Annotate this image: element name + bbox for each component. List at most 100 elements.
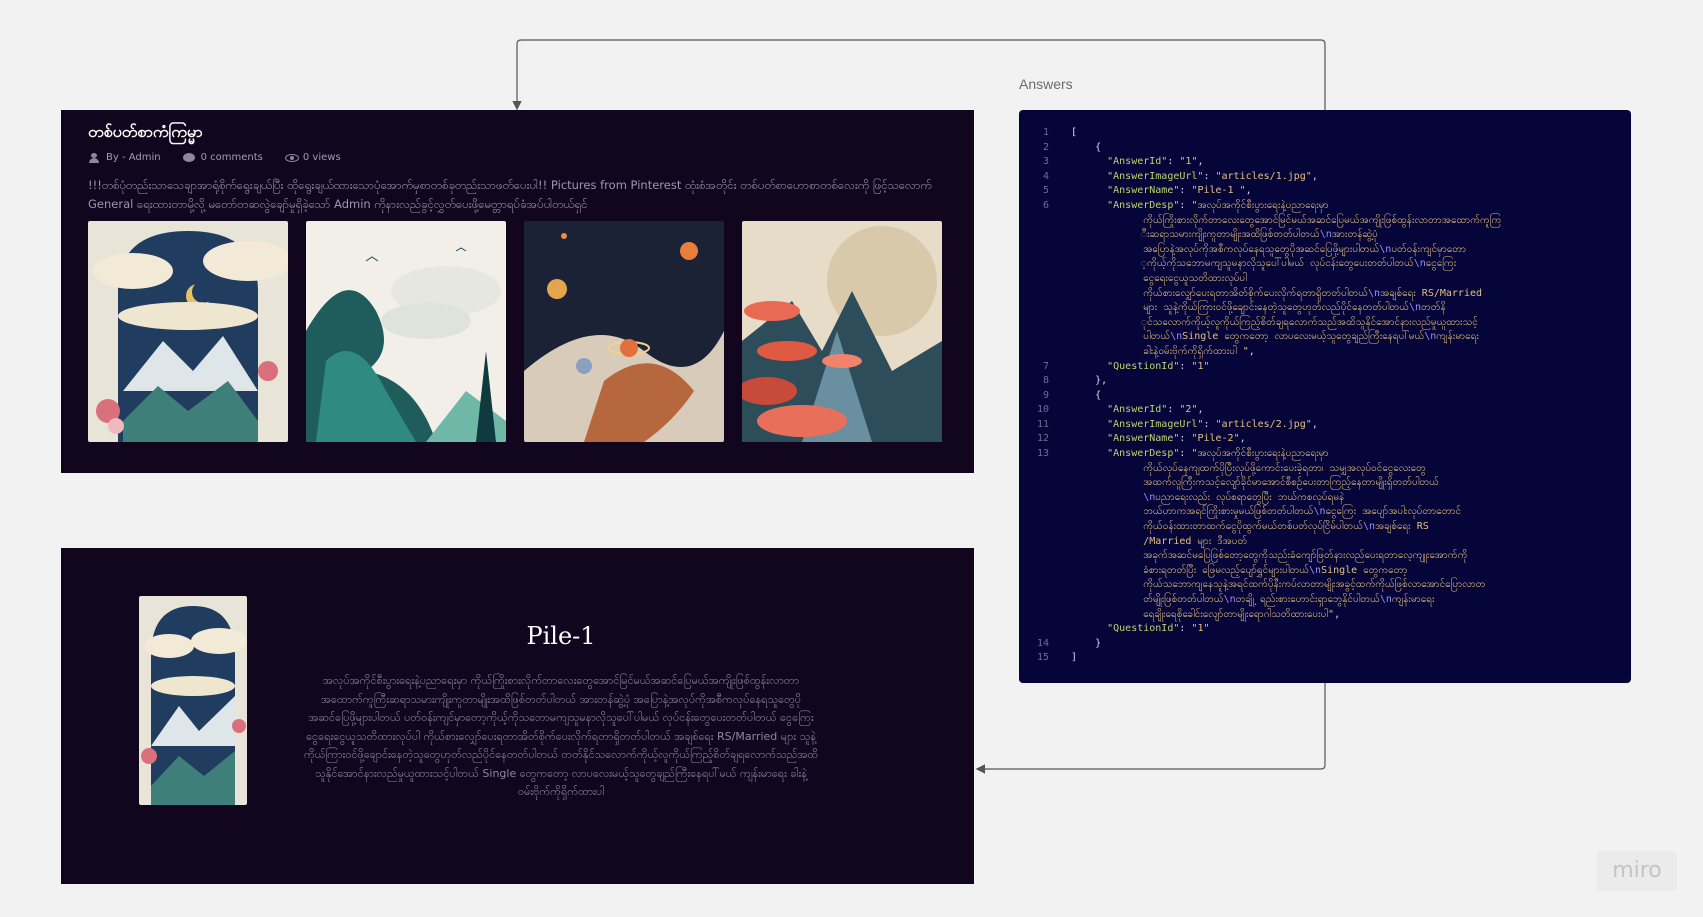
- line-number: 1: [1042, 127, 1049, 138]
- code-token: },: [1071, 375, 1108, 387]
- line-number: 8: [1042, 375, 1049, 387]
- code-token: :: [1179, 623, 1192, 635]
- code-line: ကိုယ်စားလျှော်ပေးရတာအိတ်စိုက်ပေးလိုက်ရတာ…: [1019, 287, 1501, 302]
- answers-code-panel: 1 [2 {3 "AnswerId": "1", 4 "AnswerImageUrl…: [1019, 110, 1631, 683]
- code-token: "AnswerDesp": [1107, 448, 1180, 460]
- code-token: \n: [1143, 491, 1156, 503]
- code-token: ခါးနဲ့ဝမ်းဗိုက်ကိုရှိက်ထားပါ ": [1071, 345, 1249, 357]
- code-token: {: [1071, 141, 1102, 153]
- code-token: :: [1203, 418, 1216, 430]
- code-line: 13 "AnswerDesp": "အလုပ်အကိုင်စီးပွားရေးန…: [1019, 447, 1501, 462]
- line-number: 6: [1042, 199, 1049, 211]
- code-token: များ သူနဲ့ကိုယ်ကြားဝင်ဖို့ချောင်းနေတဲ့သူ…: [1071, 302, 1409, 314]
- code-token: "အလုပ်အကိုင်စီးပွားရေးနဲ့ပညာရေးမှာ: [1191, 448, 1329, 460]
- code-line: \nပညာရေးလည်း လုပ်စရာတွေပြီး ဘယ်ကစလုပ်ရမန…: [1019, 491, 1501, 506]
- code-line: 3 "AnswerId": "1",: [1019, 155, 1501, 170]
- code-token: \n: [1368, 287, 1381, 299]
- code-token: အထက်လူကြီးကသင့်လျော်ခိုင်မာအောင်စီစဉ်ပေး…: [1071, 477, 1439, 489]
- card-image-3[interactable]: [524, 221, 724, 442]
- code-token: [: [1071, 127, 1078, 138]
- code-token: :: [1203, 170, 1216, 182]
- code-token: ကိုယ်ဝန်းထားတာထက်ငွေပိုထွက်မယ်တစ်ပတ်လုပ်…: [1071, 521, 1363, 533]
- code-token: \n: [1223, 594, 1236, 605]
- code-token: "QuestionId": [1107, 360, 1180, 372]
- code-line: ရေချိုးရေစိုခေါင်းလျော်တာမျိုးရောဂါသတိထာ…: [1019, 608, 1501, 623]
- code-token: တချို့ ရည်းစားဟောင်းရှာဘွေနိုင်ပါတယ်: [1235, 594, 1380, 605]
- code-token: :: [1167, 404, 1180, 416]
- code-line: ကိုယ်လုပ်နေကျထက်ပိုပြီးလုပ်ဖို့ကောင်းပေး…: [1019, 462, 1501, 477]
- code-token: \n: [1313, 506, 1326, 518]
- code-token: တ်မျိုးဖြစ်တတ်ပါတယ်: [1071, 594, 1224, 605]
- code-line: 2 {: [1019, 141, 1501, 156]
- comments-meta[interactable]: 0 comments: [182, 152, 263, 163]
- code-line: များ သူနဲ့ကိုယ်ကြားဝင်ဖို့ချောင်းနေတဲ့သူ…: [1019, 301, 1501, 316]
- code-token: "AnswerId": [1107, 404, 1168, 416]
- code-token: ကိုယ်ကြိုးစားလိုက်တာလေးတွေအောင်မြင်မယ်အဆ…: [1071, 214, 1502, 226]
- line-number: 14: [1036, 637, 1049, 649]
- code-token: တတ်နိ: [1420, 302, 1446, 314]
- code-token: :: [1179, 185, 1192, 197]
- code-token: ကျန်းမာရေး: [1391, 594, 1435, 605]
- code-line: ခါးနဲ့ဝမ်းဗိုက်ကိုရှိက်ထားပါ ",: [1019, 345, 1501, 360]
- code-line: ကိုယ်ဝန်းထားတာထက်ငွေပိုထွက်မယ်တစ်ပတ်လုပ်…: [1019, 520, 1501, 535]
- code-token: Single တွေကတော့ လာပလေးမယ့်သူတွေချည်ကြီးန…: [1182, 331, 1425, 343]
- code-line: 12 "AnswerName": "Pile-2",: [1019, 432, 1501, 447]
- code-token: "2": [1179, 404, 1198, 416]
- code-token: ပါတယ်: [1071, 331, 1171, 343]
- code-line: 4 "AnswerImageUrl": "articles/1.jpg",: [1019, 170, 1501, 185]
- post-meta: By - Admin 0 comments 0 views: [88, 152, 341, 163]
- code-line: တ်မျိုးဖြစ်တတ်ပါတယ်\nတချို့ ရည်းစားဟောင်…: [1019, 593, 1501, 608]
- code-token: \n: [1413, 258, 1426, 270]
- code-token: ,: [1239, 433, 1246, 445]
- views-meta: 0 views: [284, 152, 341, 163]
- code-line: ငွေရေးငွေယူသတိထားလုပ်ပါ: [1019, 272, 1501, 287]
- code-token: \n: [1170, 331, 1183, 343]
- code-line: ပါတယ်\nSingle တွေကတော့ လာပလေးမယ့်သူတွေချ…: [1019, 330, 1501, 345]
- code-line: 14 }: [1019, 637, 1501, 652]
- code-token: ,: [1311, 170, 1318, 182]
- card-image-2[interactable]: [306, 221, 506, 442]
- code-token: ကိုယ်လုပ်နေကျထက်ပိုပြီးလုပ်ဖို့ကောင်းပေး…: [1071, 462, 1426, 474]
- code-token: ုင်သလောက်ကိုယ့်လူကိုယ်ကြည့်စိတ်ချရလောက်သ…: [1071, 316, 1478, 328]
- code-token: ,: [1311, 418, 1318, 430]
- code-line: 10 "AnswerId": "2",: [1019, 403, 1501, 418]
- code-token: "AnswerImageUrl": [1107, 170, 1204, 182]
- code-token: "articles/2.jpg": [1215, 418, 1312, 430]
- result-title: Pile-1: [526, 622, 596, 650]
- result-description: အလုပ်အကိုင်စီးပွားရေးနဲ့ပညာရေးမှာ ကိုယ်က…: [303, 674, 819, 798]
- answers-label: Answers: [1019, 76, 1073, 92]
- code-token: \n: [1319, 229, 1332, 241]
- card-image-4[interactable]: [742, 221, 942, 442]
- card-image-1[interactable]: [88, 221, 288, 442]
- code-line: ကိုယ်သဘောကျနေသူနဲ့အရင်ထက်ပိုနီးကပ်လာတာမျ…: [1019, 578, 1501, 593]
- code-token: /Married များ ဒီအပတ်: [1071, 535, 1248, 547]
- line-number: 10: [1036, 404, 1049, 416]
- code-token: "Pile-2": [1191, 433, 1240, 445]
- code-line: /Married များ ဒီအပတ်: [1019, 535, 1501, 550]
- code-token: \n: [1424, 331, 1437, 343]
- code-token: "Pile-1 ": [1191, 185, 1246, 197]
- code-token: \n: [1362, 521, 1375, 533]
- code-token: "AnswerName": [1107, 185, 1180, 197]
- line-number: 3: [1042, 156, 1049, 168]
- code-token: }: [1071, 637, 1102, 649]
- code-token: "AnswerName": [1107, 433, 1180, 445]
- code-line: 9 {: [1019, 389, 1501, 404]
- code-block: 1 [2 {3 "AnswerId": "1", 4 "AnswerImageUrl…: [1019, 126, 1501, 666]
- code-line: အထက်လူကြီးကသင့်လျော်ခိုင်မာအောင်စီစဉ်ပေး…: [1019, 476, 1501, 491]
- code-token: :: [1179, 199, 1192, 211]
- code-token: ,: [1248, 345, 1255, 357]
- code-token: {: [1071, 389, 1102, 401]
- code-line: ီးဆရာသမားကျိုးကူတာမျိုးအထိဖြစ်တတ်ပါတယ်\n…: [1019, 228, 1501, 243]
- comment-icon: [182, 152, 195, 163]
- code-token: ]: [1071, 652, 1078, 664]
- views-label: 0 views: [302, 152, 341, 163]
- code-token: "AnswerDesp": [1107, 199, 1180, 211]
- line-number: 13: [1036, 448, 1049, 460]
